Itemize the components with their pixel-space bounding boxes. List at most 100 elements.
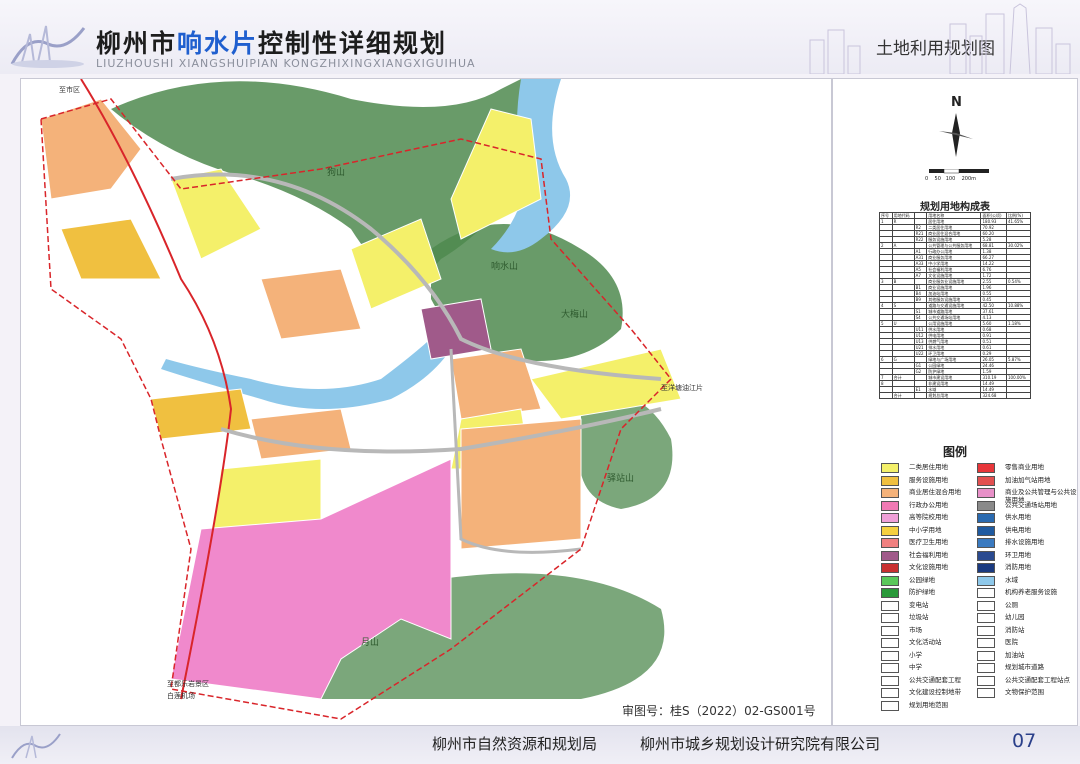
legend-label: 水域 <box>1005 575 1018 584</box>
legend-label: 医疗卫生用地 <box>909 538 948 546</box>
legend-swatch-icon <box>977 675 995 686</box>
page-title: 柳州市响水片控制性详细规划 <box>96 29 448 58</box>
footer-logo-icon <box>11 733 61 759</box>
legend-swatch-icon <box>881 663 899 673</box>
label-to-scenic: 至都乐岩景区 <box>167 680 209 688</box>
table-cell: 合计 <box>891 392 915 399</box>
legend-swatch-icon <box>881 563 899 573</box>
legend-label: 文化建设控制地带 <box>909 688 961 696</box>
legend-swatch-icon <box>977 475 995 486</box>
legend-swatch-icon <box>977 488 995 498</box>
land-use-map[interactable]: 至市区 狗山 响水山 大梅山 驿站山 月山 至洋塘油江片 至都乐岩景区 白莲机场 <box>20 78 832 726</box>
north-label: N <box>951 95 962 110</box>
label-to-airport: 白莲机场 <box>167 692 195 700</box>
land-use-table: 序号 用地代码 用地名称 面积(公顷) 比例(%) 1 R 居住用地 180.93 41.65% R… <box>879 212 1032 399</box>
legend-swatch-icon <box>977 638 995 648</box>
legend-label: 文化设施用地 <box>909 563 948 571</box>
legend-swatch-icon <box>881 550 899 561</box>
legend-swatch-icon <box>881 575 899 586</box>
legend-swatch-icon <box>977 650 995 661</box>
legend-swatch-icon <box>881 688 899 698</box>
map-canvas <box>21 79 831 725</box>
legend-label: 中小学用地 <box>909 525 942 534</box>
legend-label: 高等院校用地 <box>909 513 948 521</box>
legend-label: 医院 <box>1005 638 1018 646</box>
label-mountain-yue: 月山 <box>361 638 380 648</box>
legend-swatch-icon <box>881 700 899 711</box>
legend-swatch-icon <box>977 500 995 511</box>
legend-label: 服务设施用地 <box>909 475 948 484</box>
legend-swatch-icon <box>977 575 995 586</box>
legend-label: 零售商业用地 <box>1005 463 1044 471</box>
legend-label: 市场 <box>909 625 922 634</box>
page-subtitle: LIUZHOUSHI XIANGSHUIPIAN KONGZHIXINGXIAN… <box>96 57 476 70</box>
legend-swatch-icon <box>881 650 899 661</box>
table-cell <box>1005 392 1032 399</box>
legend-swatch-icon <box>881 488 899 498</box>
legend-label: 变电站 <box>909 600 929 609</box>
legend-label: 消防站 <box>1005 625 1025 634</box>
label-to-east: 至洋塘油江片 <box>661 384 703 392</box>
approval-number: 审图号：桂S（2022）02-GS001号 <box>622 704 816 718</box>
legend-swatch-icon <box>977 600 995 611</box>
scale-bar-icon <box>929 169 989 174</box>
legend-swatch-icon <box>977 513 995 523</box>
label-mountain-damei: 大梅山 <box>561 310 589 320</box>
legend-label: 幼儿园 <box>1005 613 1025 621</box>
scale-ticks: 0 50 100 200m <box>925 176 977 182</box>
table-cell <box>913 392 928 399</box>
legend-swatch-icon <box>881 625 899 636</box>
legend-label: 机构养老服务设施 <box>1005 588 1057 596</box>
legend-label: 环卫用地 <box>1005 550 1031 559</box>
footer: 柳州市自然资源和规划局 柳州市城乡规划设计研究院有限公司 07 <box>0 726 1080 764</box>
legend-swatch-icon <box>881 638 899 648</box>
legend-label: 公园绿地 <box>909 575 935 584</box>
legend-swatch-icon <box>977 550 995 561</box>
legend-swatch-icon <box>881 500 899 511</box>
header: 柳州市响水片控制性详细规划 LIUZHOUSHI XIANGSHUIPIAN K… <box>0 0 1080 74</box>
legend-label: 行政办公用地 <box>909 500 948 509</box>
legend-label: 公共交通场站用地 <box>1005 500 1057 509</box>
legend-label: 文物保护范围 <box>1005 688 1044 696</box>
legend-label: 排水设施用地 <box>1005 538 1044 546</box>
footer-org-1: 柳州市自然资源和规划局 <box>432 735 598 753</box>
land-table-title: 规划用地构成表 <box>920 202 990 213</box>
legend-label: 公厕 <box>1005 600 1018 609</box>
legend-swatch-icon <box>977 688 995 698</box>
label-to-city: 至市区 <box>59 86 80 94</box>
legend-swatch-icon <box>977 588 995 598</box>
footer-org-2: 柳州市城乡规划设计研究院有限公司 <box>640 735 881 753</box>
legend-label: 加油站 <box>1005 650 1025 659</box>
legend-swatch-icon <box>977 525 995 536</box>
legend-swatch-icon <box>881 675 899 686</box>
legend-swatch-icon <box>881 600 899 611</box>
legend-swatch-icon <box>977 463 995 473</box>
legend-swatch-icon <box>977 538 995 548</box>
legend-label: 公共交通配套工程 <box>909 675 961 684</box>
legend-label: 供水用地 <box>1005 513 1031 521</box>
legend-label: 社会福利用地 <box>909 550 948 559</box>
legend-label: 垃圾站 <box>909 613 929 621</box>
skyline-decoration-icon <box>809 3 1071 74</box>
legend-swatch-icon <box>881 513 899 523</box>
legend-title: 图例 <box>942 445 967 459</box>
legend-swatch-icon <box>881 463 899 473</box>
page-number: 07 <box>1012 730 1037 752</box>
table-row: 合计 规划总用地 324.68 <box>879 392 1032 399</box>
label-mountain-yizhan: 驿站山 <box>607 474 635 484</box>
table-cell <box>879 392 893 399</box>
table-cell: 324.68 <box>980 392 1007 399</box>
table-cell: 规划总用地 <box>926 392 982 399</box>
legend-swatch-icon <box>977 663 995 673</box>
compass-icon <box>939 113 973 157</box>
legend-label: 小学 <box>909 650 922 659</box>
legend-label: 二类居住用地 <box>909 463 948 471</box>
legend-swatch-icon <box>977 625 995 636</box>
legend-swatch-icon <box>881 588 899 598</box>
city-logo-icon <box>10 25 86 68</box>
legend-swatch-icon <box>881 538 899 548</box>
legend-label: 规划用地范围 <box>909 700 948 709</box>
legend-label: 防护绿地 <box>909 588 935 596</box>
legend-label: 供电用地 <box>1005 525 1031 534</box>
legend-panel: N 0 50 100 200m 规划用地构成表 序号 用地代码 用地名称 面积(公顷)… <box>832 78 1078 726</box>
